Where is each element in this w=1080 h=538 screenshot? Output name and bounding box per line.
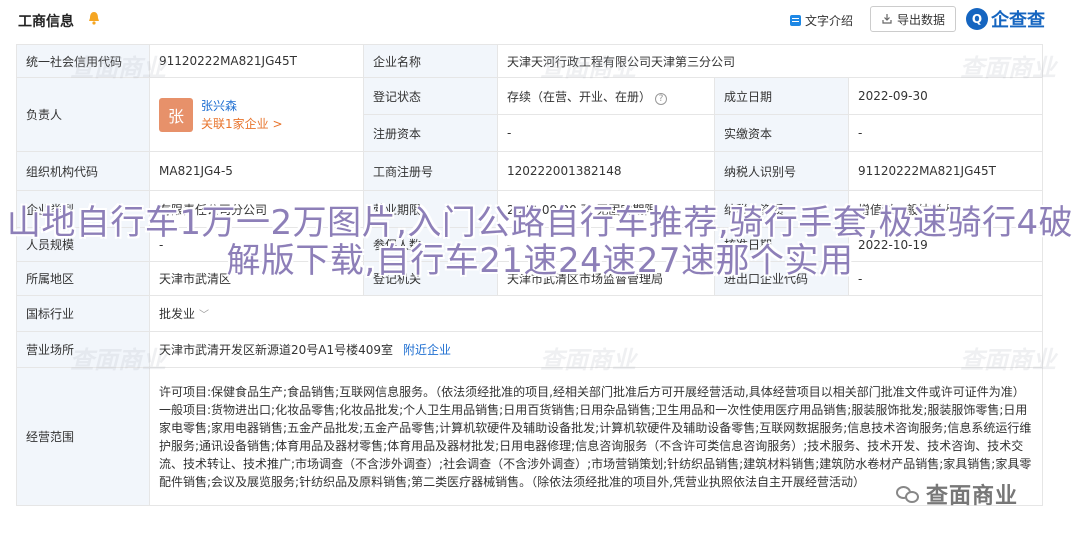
bell-icon <box>89 12 99 25</box>
table-row: 人员规模 - 参保人数 - 核准日期 2022-10-19 <box>16 227 1044 262</box>
related-companies-link[interactable]: 关联1家企业 > <box>201 115 283 133</box>
biz-term-value: 2022-09-30 至 无固定期限 <box>497 190 715 228</box>
org-code-label: 组织机构代码 <box>16 151 150 191</box>
company-name-value: 天津天河行政工程有限公司天津第三分公司 <box>496 44 1044 78</box>
address-value: 天津市武清开发区新源道20号A1号楼409室 <box>159 343 394 357</box>
taxpayer-id-label: 纳税人识别号 <box>714 151 849 191</box>
taxpayer-id-value: 91120222MA821JG45T <box>847 151 1044 191</box>
uscc-value: 91120222MA821JG45T <box>149 44 364 78</box>
text-intro-button[interactable]: 文字介绍 <box>790 12 853 29</box>
section-title: 工商信息 <box>18 14 74 30</box>
nearby-companies-link[interactable]: 附近企业 <box>403 343 451 357</box>
avatar: 张 <box>159 97 193 132</box>
org-code-value: MA821JG4-5 <box>149 151 364 191</box>
biz-reg-no-value: 120222001382148 <box>497 151 715 191</box>
import-export-label: 进出口企业代码 <box>714 261 849 296</box>
text-intro-label: 文字介绍 <box>805 14 854 28</box>
scope-label: 经营范围 <box>16 367 150 506</box>
insured-value: - <box>497 227 715 262</box>
address-label: 营业场所 <box>16 331 150 368</box>
found-date-label: 成立日期 <box>714 77 849 115</box>
reg-status-label: 登记状态 <box>363 77 498 115</box>
biz-term-label: 营业期限 <box>363 190 498 228</box>
approval-date-label: 核准日期 <box>714 227 849 262</box>
table-row: 国标行业 批发业 ﹀ <box>16 295 1044 332</box>
industry-value: 批发业 <box>159 307 196 321</box>
paid-capital-value: - <box>847 114 1044 152</box>
section-header: 工商信息 文字介绍 导出数据 Q 企查查 <box>0 0 1080 38</box>
address-cell: 天津市武清开发区新源道20号A1号楼409室 附近企业 <box>148 331 1044 368</box>
insured-label: 参保人数 <box>363 227 498 262</box>
brand-text: 查面商业 <box>926 484 1019 509</box>
export-data-label: 导出数据 <box>896 12 945 27</box>
import-export-value: - <box>847 261 1044 296</box>
found-date-value: 2022-09-30 <box>847 77 1044 115</box>
question-icon[interactable]: ? <box>655 92 668 105</box>
staff-size-label: 人员规模 <box>16 227 150 262</box>
legal-rep-cell: 张 张兴森 关联1家企业 > <box>149 77 364 152</box>
reg-authority-label: 登记机关 <box>363 261 498 296</box>
biz-reg-no-label: 工商注册号 <box>363 151 498 191</box>
legal-rep-label: 负责人 <box>16 77 150 152</box>
industry-label: 国标行业 <box>16 295 150 332</box>
table-row: 组织机构代码 MA821JG4-5 工商注册号 120222001382148 … <box>16 151 1044 191</box>
taxpayer-qual-label: 纳税人资质 <box>714 190 849 228</box>
approval-date-value: 2022-10-19 <box>847 227 1044 262</box>
region-value: 天津市武清区 <box>149 261 364 296</box>
company-type-value: 有限责任公司分公司 <box>149 190 364 228</box>
table-row: 所属地区 天津市武清区 登记机关 天津市武清区市场监督管理局 进出口企业代码 - <box>16 261 1044 296</box>
logo-text: 企查查 <box>991 10 1045 31</box>
staff-size-value: - <box>149 227 364 262</box>
logo-mark: Q <box>966 8 988 30</box>
paid-capital-label: 实缴资本 <box>714 114 849 152</box>
reg-status-value: 存续（在营、开业、在册） <box>507 89 652 104</box>
reg-authority-value: 天津市武清区市场监督管理局 <box>497 261 715 296</box>
industry-cell[interactable]: 批发业 ﹀ <box>148 295 1044 332</box>
taxpayer-qual-value: 增值税一般纳税人 <box>847 190 1044 228</box>
table-row: 经营范围 许可项目:保健食品生产;食品销售;互联网信息服务。（依法须经批准的项目… <box>16 367 1044 506</box>
export-icon <box>882 14 892 24</box>
reg-capital-label: 注册资本 <box>363 114 498 152</box>
legal-rep-name-link[interactable]: 张兴森 <box>201 97 283 115</box>
wechat-icon <box>896 484 920 504</box>
company-name-label: 企业名称 <box>363 44 498 78</box>
wechat-brand: 查面商业 <box>896 478 1018 510</box>
qichacha-logo: Q 企查查 <box>966 6 1045 32</box>
table-row: 企业类型 有限责任公司分公司 营业期限 2022-09-30 至 无固定期限 纳… <box>16 190 1044 228</box>
uscc-label: 统一社会信用代码 <box>16 44 150 78</box>
table-row: 负责人 张 张兴森 关联1家企业 > 登记状态 存续（在营、开业、在册）? 成立… <box>16 77 1044 152</box>
region-label: 所属地区 <box>16 261 150 296</box>
document-icon <box>790 15 801 26</box>
table-row: 统一社会信用代码 91120222MA821JG45T 企业名称 天津天河行政工… <box>16 44 1044 78</box>
reg-capital-value: - <box>497 114 715 152</box>
table-row: 营业场所 天津市武清开发区新源道20号A1号楼409室 附近企业 <box>16 331 1044 368</box>
reg-status-cell: 存续（在营、开业、在册）? <box>497 77 715 115</box>
company-type-label: 企业类型 <box>16 190 150 228</box>
export-data-button[interactable]: 导出数据 <box>870 6 956 32</box>
business-info-table: 统一社会信用代码 91120222MA821JG45T 企业名称 天津天河行政工… <box>16 44 1044 506</box>
chevron-down-icon[interactable]: ﹀ <box>199 310 209 321</box>
